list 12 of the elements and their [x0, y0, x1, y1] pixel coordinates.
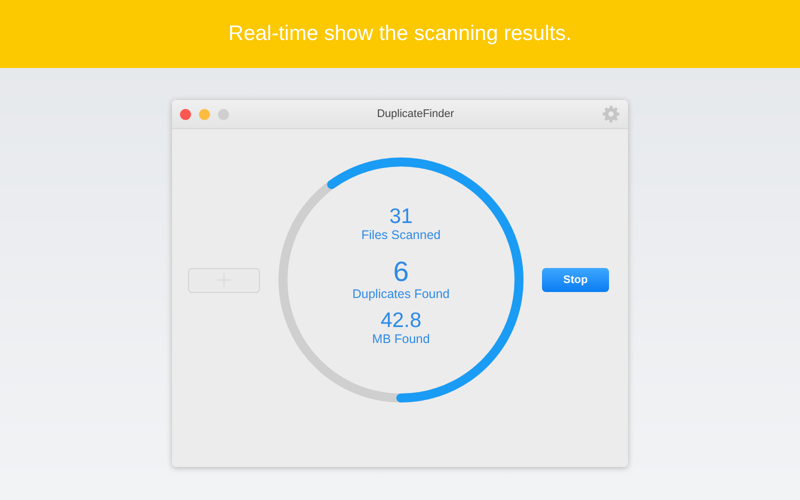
stat-label: MB Found — [372, 332, 430, 346]
close-window-button[interactable] — [180, 108, 191, 120]
stat-value: 42.8 — [380, 310, 422, 332]
minimize-window-button[interactable] — [199, 108, 210, 120]
stat-label: Duplicates Found — [352, 286, 450, 302]
window-title: DuplicateFinder — [376, 108, 456, 120]
settings-icon[interactable] — [602, 105, 620, 123]
stat-value: 31 — [389, 206, 413, 228]
banner-text: Real-time show the scanning results. — [228, 22, 572, 46]
stat-value: 6 — [393, 256, 409, 286]
stop-button[interactable]: Stop — [542, 268, 609, 292]
stat-label: Files Scanned — [361, 228, 441, 242]
